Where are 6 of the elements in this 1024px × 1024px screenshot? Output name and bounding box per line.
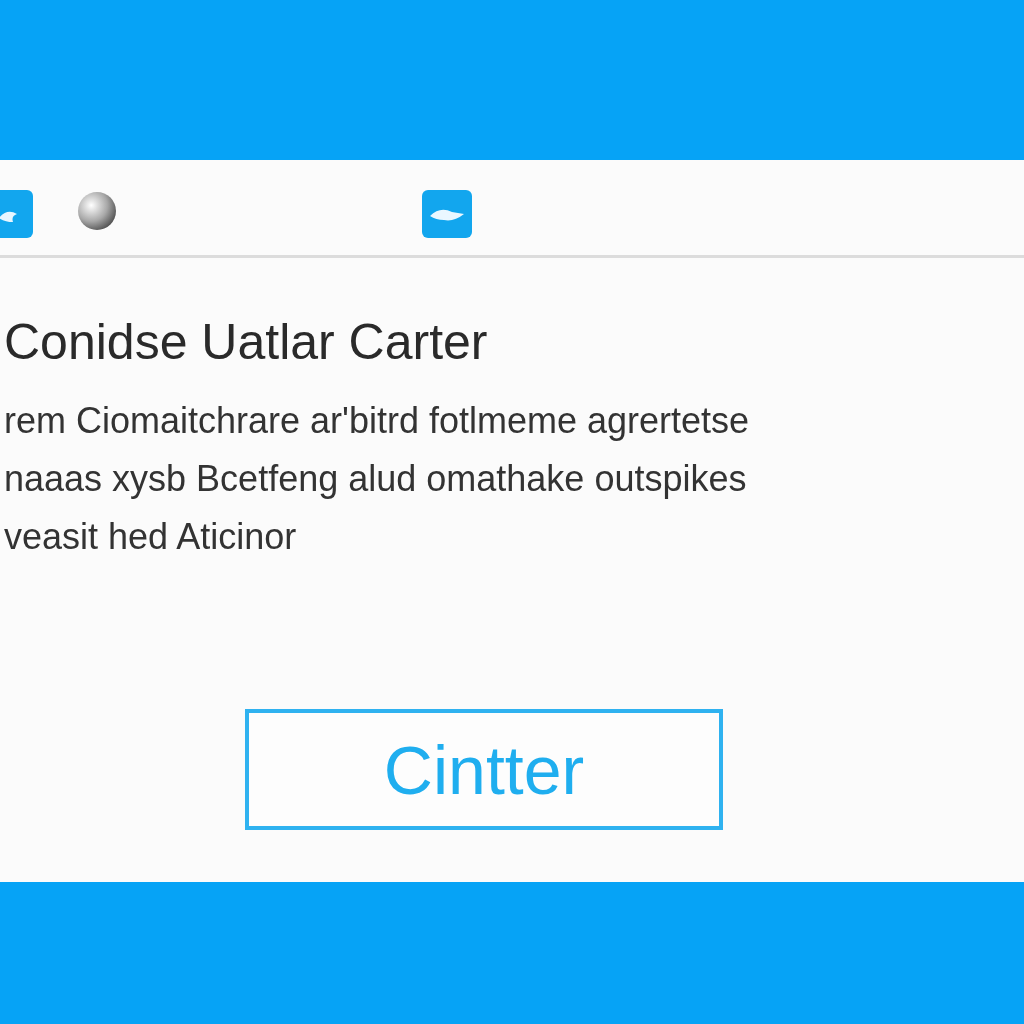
message-text: veasit hed Aticinor bbox=[4, 515, 298, 559]
message-text: naaas xysb Bcetfeng alud omathake outspikes bbox=[4, 457, 748, 501]
dialog-title: Conidse Uatlar Carter bbox=[4, 313, 489, 371]
confirm-button[interactable]: Cintter bbox=[245, 709, 723, 830]
message-text: rem Ciomaitchrare ar'bitrd fotlmeme agrertetse bbox=[4, 399, 751, 443]
image-icon[interactable] bbox=[422, 190, 472, 238]
